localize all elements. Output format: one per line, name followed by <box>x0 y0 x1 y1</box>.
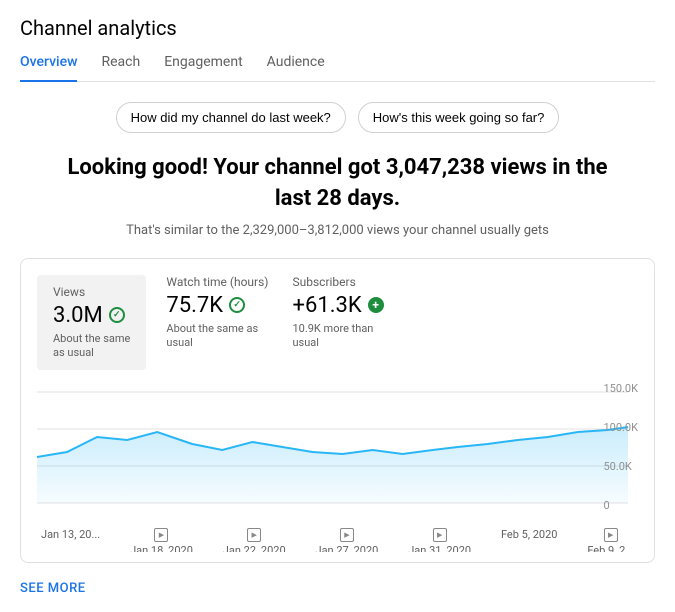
stat-views-label: Views <box>53 285 130 299</box>
stat-subscribers-desc: 10.9K more thanusual <box>292 322 383 351</box>
date-jan18: Jan 18, 2020 <box>130 528 193 552</box>
y-label-0: 0 <box>603 499 638 512</box>
stat-views-desc: About the sameas usual <box>53 332 130 361</box>
date-jan27: Jan 27, 2020 <box>316 528 379 552</box>
page-container: Channel analytics Overview Reach Engagem… <box>0 0 675 612</box>
play-marker-jan18[interactable] <box>154 528 168 542</box>
quick-questions: How did my channel do last week? How's t… <box>20 102 655 133</box>
play-marker-jan22[interactable] <box>247 528 261 542</box>
date-feb9-label: Feb 9, 2... <box>587 544 634 552</box>
date-feb9: Feb 9, 2... <box>587 528 634 552</box>
stat-watchtime-value: 75.7K <box>166 293 223 318</box>
stat-views-value-row: 3.0M <box>53 303 130 328</box>
y-label-50k: 50.0K <box>603 460 638 473</box>
date-jan27-label: Jan 27, 2020 <box>316 544 379 552</box>
headline-sub: That's similar to the 2,329,000–3,812,00… <box>20 223 655 238</box>
stat-subscribers-value-row: +61.3K + <box>292 293 383 318</box>
check-icon-views <box>109 307 125 323</box>
tab-engagement[interactable]: Engagement <box>164 54 242 82</box>
tab-reach[interactable]: Reach <box>101 54 140 82</box>
date-feb5-label: Feb 5, 2020 <box>501 528 558 541</box>
play-marker-feb9[interactable] <box>604 528 618 542</box>
page-title: Channel analytics <box>20 16 655 40</box>
date-jan31: Jan 31, 2020 <box>408 528 471 552</box>
chart-area: 150.0K 100.0K 50.0K 0 Jan 13, 20... Jan … <box>37 382 638 552</box>
question-last-week-button[interactable]: How did my channel do last week? <box>116 102 346 133</box>
play-marker-jan27[interactable] <box>340 528 354 542</box>
stat-watchtime-label: Watch time (hours) <box>166 275 268 289</box>
tab-audience[interactable]: Audience <box>267 54 325 82</box>
date-feb5: Feb 5, 2020 <box>501 528 558 552</box>
check-icon-watchtime <box>229 297 245 313</box>
play-marker-jan31[interactable] <box>433 528 447 542</box>
stats-row: Views 3.0M About the sameas usual Watch … <box>37 275 638 371</box>
stat-watchtime-desc: About the same asusual <box>166 322 268 351</box>
stat-subscribers: Subscribers +61.3K + 10.9K more thanusua… <box>292 275 407 371</box>
stat-views: Views 3.0M About the sameas usual <box>37 275 146 371</box>
tab-overview[interactable]: Overview <box>20 54 77 82</box>
date-jan18-label: Jan 18, 2020 <box>130 544 193 552</box>
stat-subscribers-label: Subscribers <box>292 275 383 289</box>
date-jan22-label: Jan 22, 2020 <box>223 544 286 552</box>
stats-chart-card: Views 3.0M About the sameas usual Watch … <box>20 258 655 564</box>
tabs-bar: Overview Reach Engagement Audience <box>20 54 655 82</box>
date-jan13: Jan 13, 20... <box>41 528 100 552</box>
date-labels: Jan 13, 20... Jan 18, 2020 Jan 22, 2020 … <box>37 528 638 552</box>
y-label-100k: 100.0K <box>603 421 638 434</box>
date-jan13-label: Jan 13, 20... <box>41 528 100 541</box>
date-jan31-label: Jan 31, 2020 <box>408 544 471 552</box>
headline-area: Looking good! Your channel got 3,047,238… <box>20 153 655 238</box>
stat-watchtime: Watch time (hours) 75.7K About the same … <box>166 275 292 371</box>
y-label-150k: 150.0K <box>603 382 638 395</box>
stat-subscribers-value: +61.3K <box>292 293 361 318</box>
date-jan22: Jan 22, 2020 <box>223 528 286 552</box>
chart-svg <box>37 382 638 522</box>
headline-main: Looking good! Your channel got 3,047,238… <box>58 153 618 215</box>
plus-icon-subscribers: + <box>368 297 384 313</box>
stat-watchtime-value-row: 75.7K <box>166 293 268 318</box>
stat-views-value: 3.0M <box>53 303 103 328</box>
question-this-week-button[interactable]: How's this week going so far? <box>358 102 560 133</box>
chart-y-labels: 150.0K 100.0K 50.0K 0 <box>603 382 638 512</box>
